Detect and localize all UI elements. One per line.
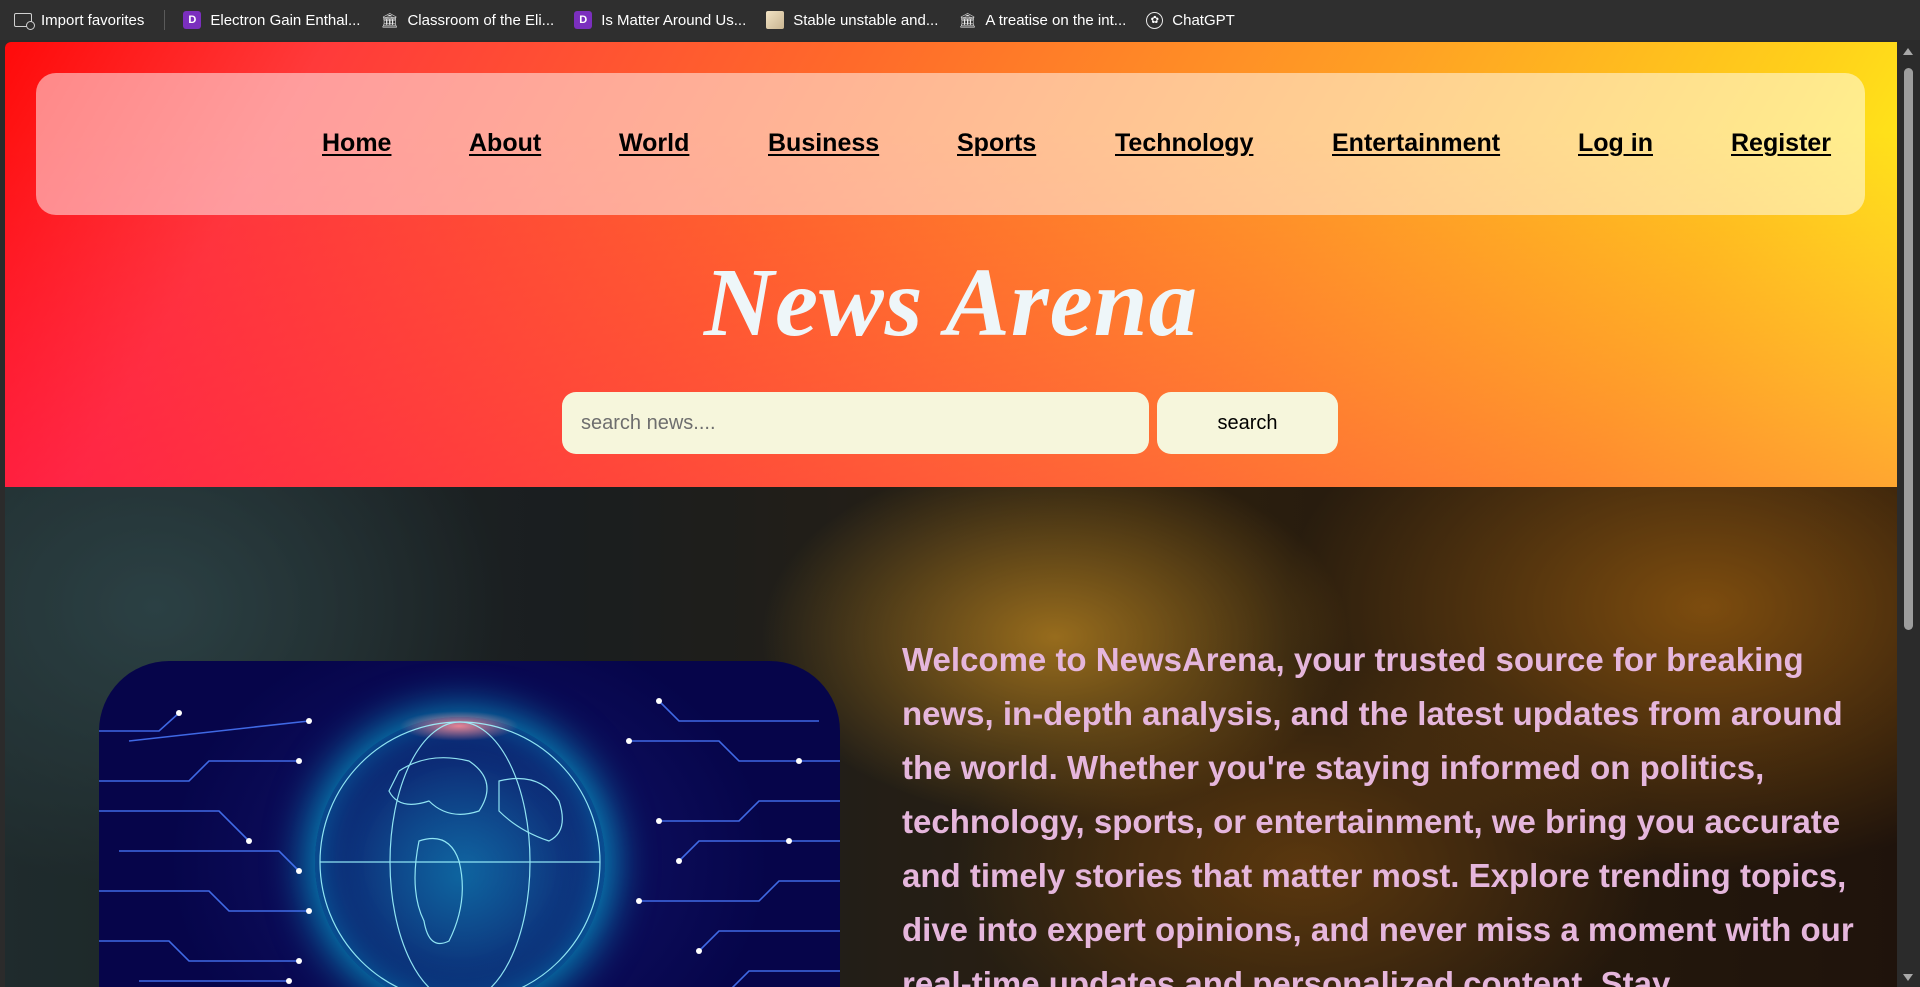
search-button[interactable]: search — [1157, 392, 1338, 454]
hero-section: Welcome to NewsArena, your trusted sourc… — [5, 487, 1897, 987]
favorite-item[interactable]: D Electron Gain Enthal... — [183, 11, 360, 29]
nav-login[interactable]: Log in — [1578, 129, 1653, 158]
nav-world[interactable]: World — [619, 129, 689, 158]
page-scrollbar[interactable] — [1897, 42, 1920, 987]
site-title: News Arena — [703, 249, 1199, 356]
nav-sports[interactable]: Sports — [957, 129, 1036, 158]
search-input[interactable] — [562, 392, 1149, 454]
nav-about[interactable]: About — [469, 129, 541, 158]
favorite-import[interactable]: Import favorites — [14, 11, 145, 30]
favorite-label: Electron Gain Enthal... — [210, 11, 361, 29]
bank-icon: 🏛︎ — [380, 11, 399, 28]
favorites-divider — [164, 10, 166, 30]
scroll-thumb[interactable] — [1904, 68, 1913, 630]
image-thumbnail-icon — [766, 11, 785, 29]
chatgpt-icon: ✿ — [1146, 11, 1164, 29]
nav-home[interactable]: Home — [322, 129, 391, 158]
favorite-label: ChatGPT — [1172, 11, 1235, 29]
nav-technology[interactable]: Technology — [1115, 129, 1253, 158]
digital-globe-image — [99, 661, 840, 987]
favorite-item[interactable]: D Is Matter Around Us... — [574, 11, 746, 29]
favorite-label: Stable unstable and... — [793, 11, 939, 29]
favorite-item[interactable]: 🏛︎ A treatise on the int... — [958, 11, 1126, 29]
favorite-item[interactable]: Stable unstable and... — [766, 11, 938, 29]
bookmark-purple-icon: D — [574, 11, 593, 29]
favorites-bar: Import favorites D Electron Gain Enthal.… — [0, 0, 1920, 40]
favorite-item[interactable]: 🏛︎ Classroom of the Eli... — [380, 11, 555, 29]
import-favorites-icon — [14, 13, 35, 30]
nav-business[interactable]: Business — [768, 129, 879, 158]
welcome-text: Welcome to NewsArena, your trusted sourc… — [902, 641, 1854, 987]
favorite-item[interactable]: ✿ ChatGPT — [1146, 11, 1235, 29]
main-nav: Home About World Business Sports Technol… — [36, 73, 1865, 215]
bank-icon: 🏛︎ — [958, 11, 977, 28]
favorite-label: Classroom of the Eli... — [407, 11, 555, 29]
bookmark-purple-icon: D — [183, 11, 202, 29]
nav-register[interactable]: Register — [1731, 129, 1831, 158]
page-viewport: Home About World Business Sports Technol… — [5, 42, 1897, 987]
favorite-label: Is Matter Around Us... — [601, 11, 747, 29]
favorite-label: A treatise on the int... — [985, 11, 1127, 29]
site-header: Home About World Business Sports Technol… — [5, 42, 1897, 487]
scroll-up-arrow-icon[interactable] — [1903, 48, 1913, 55]
favorite-label: Import favorites — [41, 11, 145, 29]
nav-entertainment[interactable]: Entertainment — [1332, 129, 1500, 158]
scroll-down-arrow-icon[interactable] — [1903, 974, 1913, 981]
circuit-lines-icon — [99, 698, 840, 987]
